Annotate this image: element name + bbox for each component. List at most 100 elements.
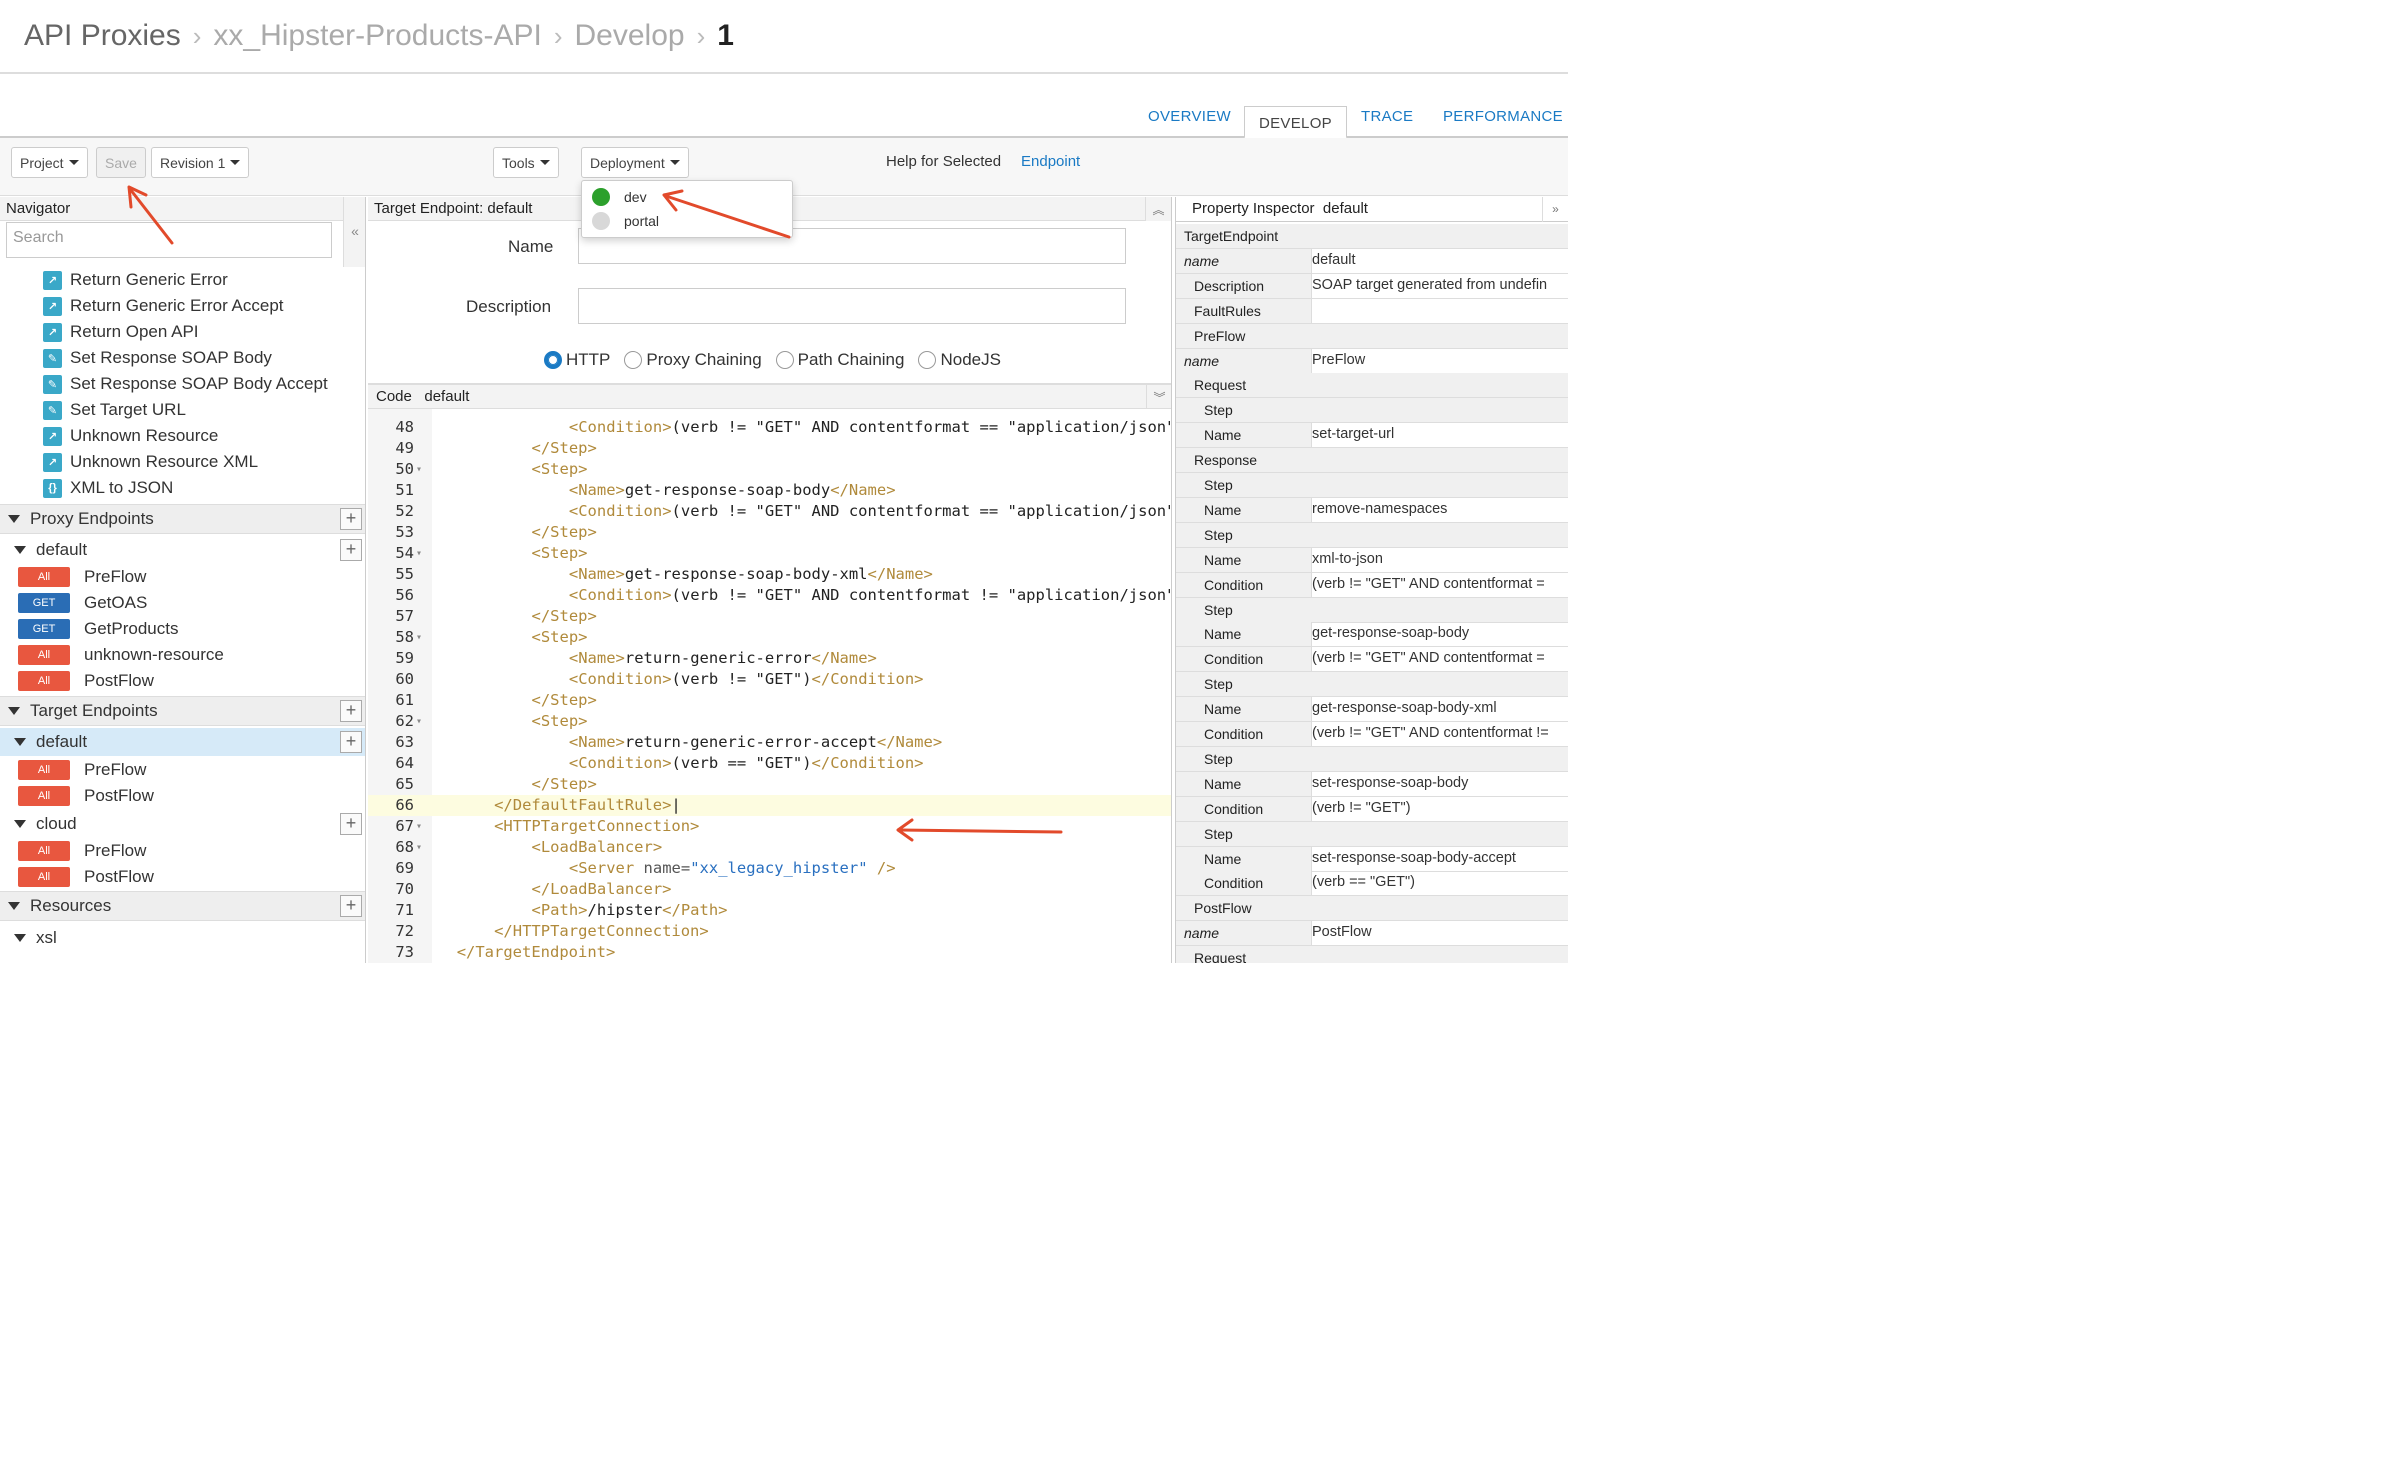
code-editor[interactable]: 48 <Condition>(verb != "GET" AND contentf… [368, 409, 1171, 963]
fold-arrow-icon[interactable]: ▾ [416, 837, 422, 858]
flow-item[interactable]: All PostFlow [18, 864, 154, 890]
property-value[interactable]: PostFlow [1312, 921, 1568, 945]
target-endpoint-default[interactable]: default + [0, 728, 365, 756]
policy-item[interactable]: ↗ Unknown Resource XML [43, 449, 258, 475]
add-proxy-endpoint-icon[interactable]: + [340, 508, 362, 530]
property-value[interactable]: (verb != "GET" AND contentformat = [1312, 647, 1568, 671]
property-row[interactable]: Condition (verb != "GET" AND contentforma… [1176, 647, 1568, 673]
property-row[interactable]: Name set-response-soap-body [1176, 771, 1568, 797]
fold-arrow-icon[interactable]: ▾ [416, 711, 422, 732]
expand-right-icon[interactable]: » [1542, 197, 1568, 222]
property-value[interactable]: PreFlow [1312, 349, 1568, 373]
breadcrumb-proxy-name[interactable]: xx_Hipster-Products-API [213, 19, 541, 53]
radio-proxy-chaining[interactable]: Proxy Chaining [624, 350, 762, 370]
radio-http[interactable]: HTTP [544, 350, 610, 370]
property-value[interactable]: (verb != "GET" AND contentformat != [1312, 722, 1568, 746]
property-row[interactable]: Name set-target-url [1176, 423, 1568, 449]
fold-arrow-icon[interactable]: ▾ [416, 627, 422, 648]
navigator-search-input[interactable]: Search [6, 222, 332, 258]
tab-trace[interactable]: TRACE [1361, 108, 1413, 125]
property-row[interactable]: Name xml-to-json [1176, 547, 1568, 573]
property-value[interactable]: xml-to-json [1312, 548, 1568, 572]
deployment-menu-item-portal[interactable]: portal [592, 212, 659, 230]
property-value[interactable]: remove-namespaces [1312, 498, 1568, 522]
flow-item[interactable]: All PostFlow [18, 668, 154, 694]
fold-arrow-icon[interactable]: ▾ [416, 543, 422, 564]
collapse-down-icon[interactable]: ︾ [1146, 385, 1171, 409]
tab-performance[interactable]: PERFORMANCE [1443, 108, 1563, 125]
property-value[interactable]: set-response-soap-body-accept [1312, 847, 1568, 871]
flow-item[interactable]: All PostFlow [18, 783, 154, 809]
fold-arrow-icon[interactable]: ▾ [416, 459, 422, 480]
policy-item[interactable]: ✎ Set Response SOAP Body Accept [43, 371, 328, 397]
property-value[interactable]: (verb == "GET") [1312, 871, 1568, 895]
property-value[interactable]: get-response-soap-body [1312, 622, 1568, 646]
flow-item[interactable]: GET GetOAS [18, 590, 147, 616]
property-row[interactable]: Name get-response-soap-body [1176, 622, 1568, 648]
add-flow-icon[interactable]: + [340, 813, 362, 835]
radio-path-chaining[interactable]: Path Chaining [775, 350, 904, 370]
property-value[interactable]: set-response-soap-body [1312, 772, 1568, 796]
collapse-up-icon[interactable]: ︽ [1145, 197, 1171, 221]
collapse-left-icon[interactable]: « [343, 197, 365, 267]
property-value[interactable] [1312, 299, 1568, 323]
policy-item[interactable]: ↗ Unknown Resource [43, 423, 218, 449]
line-number: 68 [395, 838, 414, 856]
flow-item[interactable]: All PreFlow [18, 564, 146, 590]
revision-button[interactable]: Revision 1 [151, 147, 250, 178]
add-flow-icon[interactable]: + [340, 539, 362, 561]
flow-item[interactable]: All PreFlow [18, 838, 146, 864]
policy-item[interactable]: ↗ Return Generic Error Accept [43, 293, 284, 319]
property-row[interactable]: name PostFlow [1176, 921, 1568, 947]
property-value[interactable]: (verb != "GET" AND contentformat = [1312, 573, 1568, 597]
property-row[interactable]: Name remove-namespaces [1176, 497, 1568, 523]
property-row[interactable]: Condition (verb != "GET") [1176, 796, 1568, 822]
target-endpoint-cloud[interactable]: cloud + [0, 810, 365, 838]
help-endpoint-link[interactable]: Endpoint [1021, 153, 1080, 170]
deployment-button[interactable]: Deployment [581, 147, 689, 178]
line-number: 50 [395, 460, 414, 478]
policy-item[interactable]: ✎ Set Target URL [43, 397, 186, 423]
property-row[interactable]: Condition (verb == "GET") [1176, 871, 1568, 897]
deployment-menu-item-dev[interactable]: dev [592, 188, 647, 206]
property-value[interactable]: SOAP target generated from undefin [1312, 274, 1568, 298]
add-flow-icon[interactable]: + [340, 731, 362, 753]
policy-item[interactable]: ↗ Return Open API [43, 319, 199, 345]
property-row[interactable]: Condition (verb != "GET" AND contentforma… [1176, 572, 1568, 598]
property-row[interactable]: Name set-response-soap-body-accept [1176, 846, 1568, 872]
policy-item[interactable]: {} XML to JSON [43, 475, 173, 501]
radio-nodejs[interactable]: NodeJS [918, 350, 1001, 370]
policy-item[interactable]: ↗ Return Generic Error [43, 267, 228, 293]
add-resource-icon[interactable]: + [340, 895, 362, 917]
tools-button[interactable]: Tools [493, 147, 559, 178]
fold-arrow-icon[interactable]: ▾ [416, 816, 422, 837]
property-row[interactable]: Description SOAP target generated from un… [1176, 273, 1568, 299]
breadcrumb-develop[interactable]: Develop [575, 19, 685, 53]
breadcrumb-api-proxies[interactable]: API Proxies [24, 19, 181, 53]
project-button[interactable]: Project [11, 147, 88, 178]
add-target-endpoint-icon[interactable]: + [340, 700, 362, 722]
description-input[interactable] [578, 288, 1126, 324]
resources-section[interactable]: Resources + [0, 891, 365, 921]
breadcrumb-revision: 1 [717, 19, 734, 52]
property-value[interactable]: (verb != "GET") [1312, 797, 1568, 821]
property-row[interactable]: Condition (verb != "GET" AND contentforma… [1176, 722, 1568, 747]
resource-folder-xsl[interactable]: xsl [0, 924, 365, 952]
tab-develop[interactable]: DEVELOP [1244, 106, 1347, 139]
flow-item[interactable]: All unknown-resource [18, 642, 224, 668]
property-row[interactable]: FaultRules [1176, 298, 1568, 324]
property-row[interactable]: Name get-response-soap-body-xml [1176, 697, 1568, 723]
flow-item[interactable]: GET GetProducts [18, 616, 179, 642]
proxy-endpoints-section[interactable]: Proxy Endpoints + [0, 504, 365, 534]
policy-item[interactable]: ✎ Set Response SOAP Body [43, 345, 272, 371]
property-value[interactable]: get-response-soap-body-xml [1312, 697, 1568, 721]
property-row[interactable]: name PreFlow [1176, 348, 1568, 374]
property-value[interactable]: set-target-url [1312, 423, 1568, 447]
save-button[interactable]: Save [96, 147, 146, 178]
flow-item[interactable]: All PreFlow [18, 757, 146, 783]
property-value[interactable]: default [1312, 249, 1568, 273]
target-endpoints-section[interactable]: Target Endpoints + [0, 696, 365, 726]
property-row[interactable]: name default [1176, 248, 1568, 274]
proxy-endpoint-default[interactable]: default + [0, 536, 365, 564]
tab-overview[interactable]: OVERVIEW [1148, 108, 1231, 125]
